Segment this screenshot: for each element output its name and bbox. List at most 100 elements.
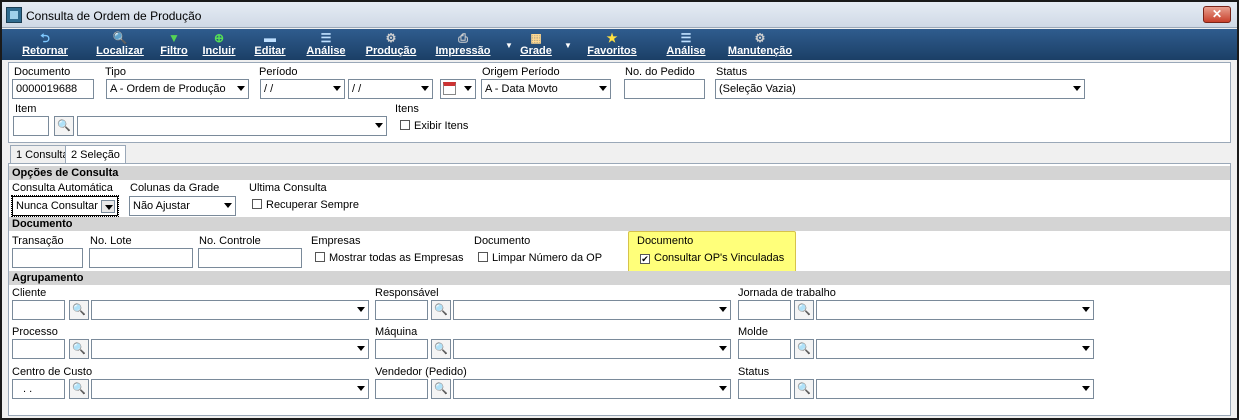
jornada-select[interactable]	[816, 300, 1094, 320]
transacao-label: Transação	[12, 235, 64, 247]
responsavel-search-button[interactable]: 🔍	[431, 300, 451, 320]
toolbar-analise1-label: Análise	[306, 45, 346, 57]
chevron-down-icon	[1082, 346, 1090, 351]
toolbar-analise2-button[interactable]: ☰ Análise	[660, 29, 712, 60]
status-grupo-search-button[interactable]: 🔍	[794, 379, 814, 399]
tab-selecao[interactable]: 2 Seleção	[65, 145, 126, 164]
toolbar-producao-label: Produção	[365, 45, 417, 57]
toolbar-editar-label: Editar	[254, 45, 286, 57]
lote-input[interactable]	[89, 248, 193, 268]
jornada-search-button[interactable]: 🔍	[794, 300, 814, 320]
toolbar-grade-dropdown[interactable]: ▼	[563, 29, 573, 60]
consulta-automatica-select[interactable]: Nunca Consultar	[11, 195, 119, 217]
item-input[interactable]	[13, 116, 49, 136]
maquina-search-button[interactable]: 🔍	[431, 339, 451, 359]
jornada-input[interactable]	[738, 300, 791, 320]
cliente-search-button[interactable]: 🔍	[69, 300, 89, 320]
calendar-icon	[443, 82, 456, 95]
toolbar-filtro-button[interactable]: ▼ Filtro	[154, 29, 194, 60]
vendedor-input[interactable]	[375, 379, 428, 399]
exibir-itens-checkbox[interactable]: Exibir Itens	[400, 120, 468, 132]
item-search-button[interactable]: 🔍	[54, 116, 74, 136]
toolbar-analise2-label: Análise	[666, 45, 706, 57]
header-filters: Documento 0000019688 Tipo A - Ordem de P…	[8, 62, 1231, 143]
consulta-automatica-label: Consulta Automática	[12, 182, 113, 194]
toolbar-producao-button[interactable]: ⚙ Produção	[362, 29, 420, 60]
recuperar-sempre-checkbox[interactable]: Recuperar Sempre	[252, 199, 359, 211]
cliente-label: Cliente	[12, 287, 47, 299]
toolbar-editar-button[interactable]: ▬ Editar	[249, 29, 291, 60]
toolbar-impressao-dropdown[interactable]: ▼	[504, 29, 514, 60]
consultar-vinculadas-text: Consultar OP's Vinculadas	[654, 252, 785, 264]
responsavel-select[interactable]	[453, 300, 731, 320]
origem-label: Origem Período	[482, 66, 560, 78]
documento-section-header: Documento	[9, 217, 1230, 231]
chevron-down-icon	[719, 346, 727, 351]
search-icon: 🔍	[57, 120, 71, 132]
chevron-down-icon	[1082, 386, 1090, 391]
centro-custo-input[interactable]: . .	[12, 379, 65, 399]
checkmark-icon: ✔	[641, 254, 649, 264]
responsavel-label: Responsável	[375, 287, 439, 299]
search-icon: 🔍	[434, 383, 448, 395]
toolbar-localizar-button[interactable]: 🔍 Localizar	[90, 29, 150, 60]
toolbar-analise1-button[interactable]: ☰ Análise	[302, 29, 350, 60]
star-icon: ★	[606, 31, 618, 45]
exibir-itens-text: Exibir Itens	[414, 120, 469, 132]
centro-custo-select[interactable]	[91, 379, 369, 399]
item-select[interactable]	[77, 116, 387, 136]
molde-input[interactable]	[738, 339, 791, 359]
chevron-down-icon[interactable]: ▼	[504, 39, 514, 53]
limpar-op-checkbox[interactable]: Limpar Número da OP	[478, 252, 602, 264]
chevron-down-icon	[357, 346, 365, 351]
toolbar-filtro-label: Filtro	[160, 45, 188, 57]
jornada-label: Jornada de trabalho	[738, 287, 836, 299]
calendar-button[interactable]	[440, 79, 476, 99]
status-select[interactable]: (Seleção Vazia)	[715, 79, 1085, 99]
periodo-from-select[interactable]: / /	[260, 79, 345, 99]
controle-input[interactable]	[198, 248, 302, 268]
toolbar-incluir-button[interactable]: ⊕ Incluir	[198, 29, 240, 60]
chevron-down-icon	[237, 86, 245, 91]
periodo-to-value: / /	[352, 83, 362, 95]
pedido-input[interactable]	[624, 79, 705, 99]
chevron-down-icon[interactable]: ▼	[563, 39, 573, 53]
molde-search-button[interactable]: 🔍	[794, 339, 814, 359]
item-label: Item	[15, 103, 37, 115]
processo-search-button[interactable]: 🔍	[69, 339, 89, 359]
mostrar-empresas-text: Mostrar todas as Empresas	[329, 252, 464, 264]
centro-custo-search-button[interactable]: 🔍	[69, 379, 89, 399]
responsavel-input[interactable]	[375, 300, 428, 320]
molde-select[interactable]	[816, 339, 1094, 359]
toolbar-manutencao-button[interactable]: ⚙ Manutenção	[724, 29, 796, 60]
documento-label-2: Documento	[474, 235, 531, 247]
tab-bar: 1 Consulta 2 Seleção	[8, 145, 1231, 164]
toolbar-favoritos-button[interactable]: ★ Favoritos	[580, 29, 644, 60]
origem-select[interactable]: A - Data Movto	[481, 79, 611, 99]
mostrar-empresas-checkbox[interactable]: Mostrar todas as Empresas	[315, 252, 464, 264]
consultar-vinculadas-checkbox[interactable]: ✔ Consultar OP's Vinculadas	[640, 252, 784, 264]
vendedor-search-button[interactable]: 🔍	[431, 379, 451, 399]
documento-label-3: Documento	[637, 235, 694, 247]
cliente-input[interactable]	[12, 300, 65, 320]
status-grupo-input[interactable]	[738, 379, 791, 399]
status-grupo-select[interactable]	[816, 379, 1094, 399]
documento-input[interactable]: 0000019688	[12, 79, 94, 99]
processo-select[interactable]	[91, 339, 369, 359]
periodo-from-value: / /	[264, 83, 274, 95]
toolbar-impressao-button[interactable]: ⎙ Impressão	[430, 29, 496, 60]
colunas-grade-select[interactable]: Não Ajustar	[129, 196, 236, 216]
periodo-to-select[interactable]: / /	[348, 79, 433, 99]
transacao-input[interactable]	[12, 248, 83, 268]
tipo-select[interactable]: A - Ordem de Produção	[106, 79, 249, 99]
processo-input[interactable]	[12, 339, 65, 359]
periodo-label: Período	[259, 66, 298, 78]
vendedor-select[interactable]	[453, 379, 731, 399]
search-icon: 🔍	[434, 343, 448, 355]
maquina-select[interactable]	[453, 339, 731, 359]
maquina-input[interactable]	[375, 339, 428, 359]
toolbar-retornar-button[interactable]: ⮌ Retornar	[16, 29, 74, 60]
cliente-select[interactable]	[91, 300, 369, 320]
toolbar-grade-button[interactable]: ▦ Grade	[514, 29, 558, 60]
close-button[interactable]: ✕	[1203, 6, 1231, 23]
